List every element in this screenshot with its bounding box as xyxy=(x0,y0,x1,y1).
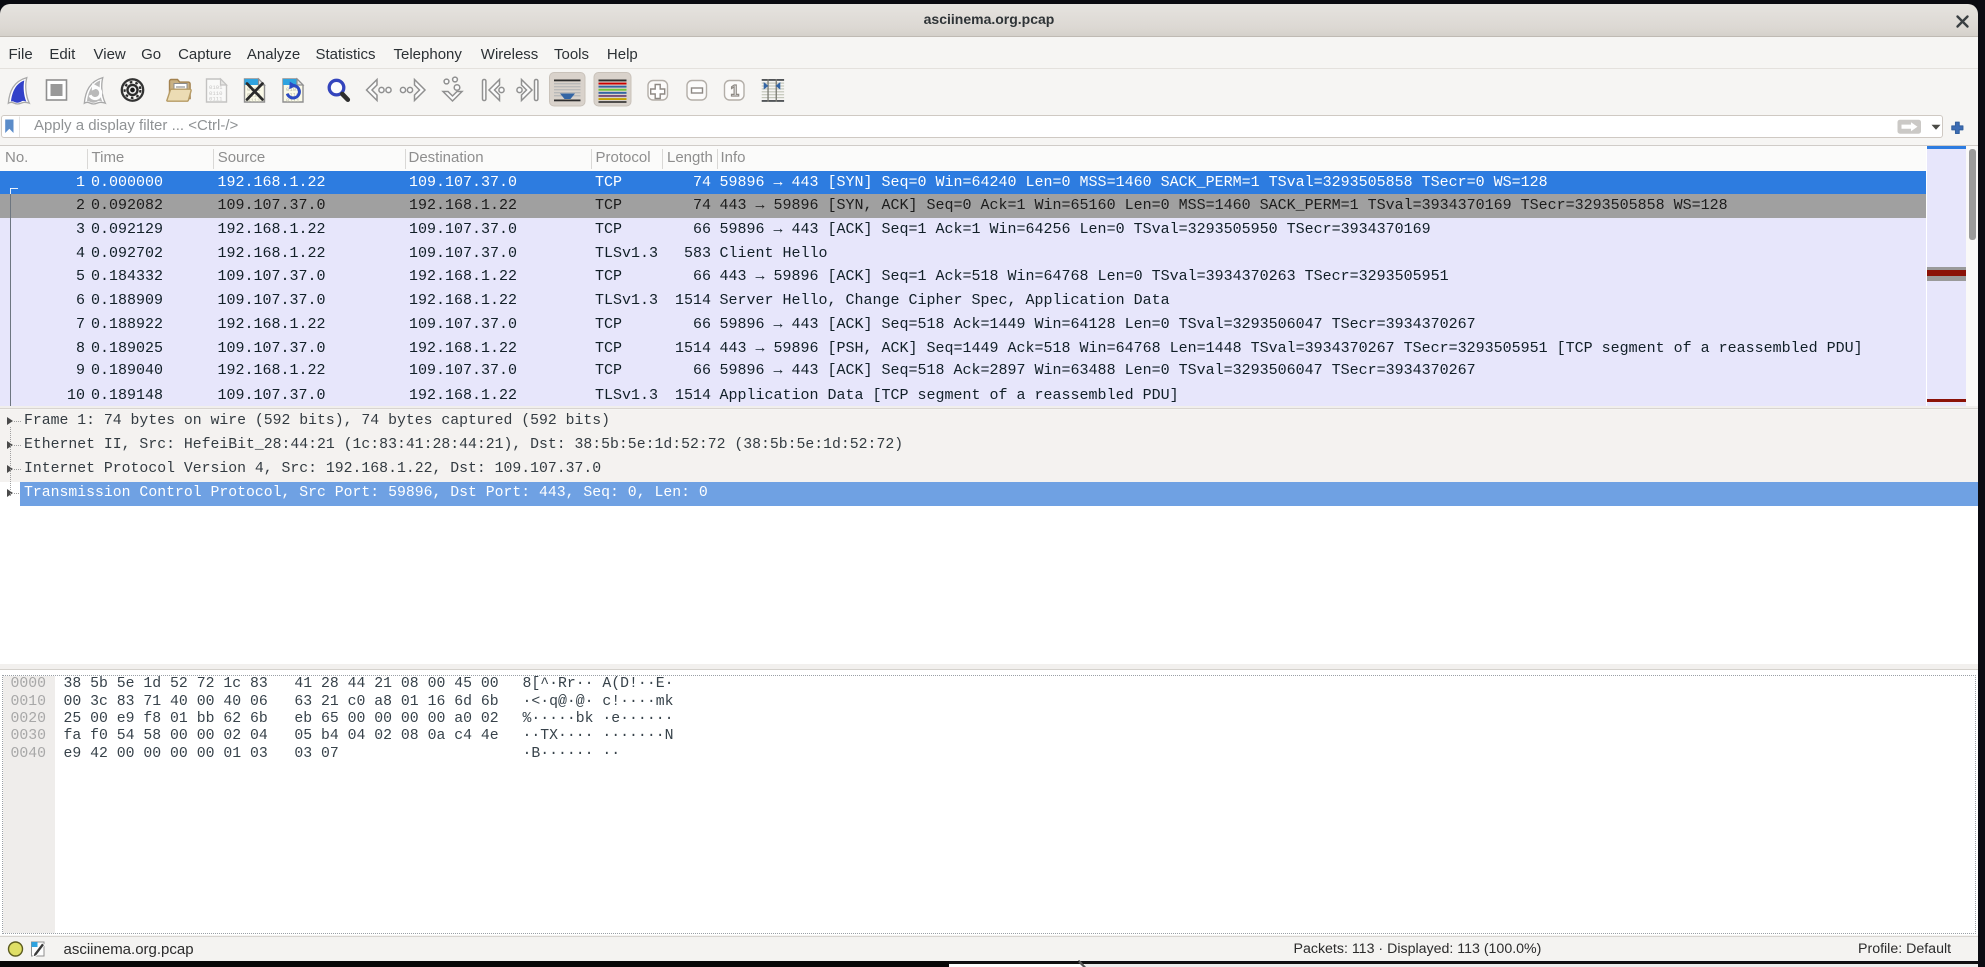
svg-text:0111: 0111 xyxy=(209,96,223,103)
svg-text:1: 1 xyxy=(731,83,740,100)
